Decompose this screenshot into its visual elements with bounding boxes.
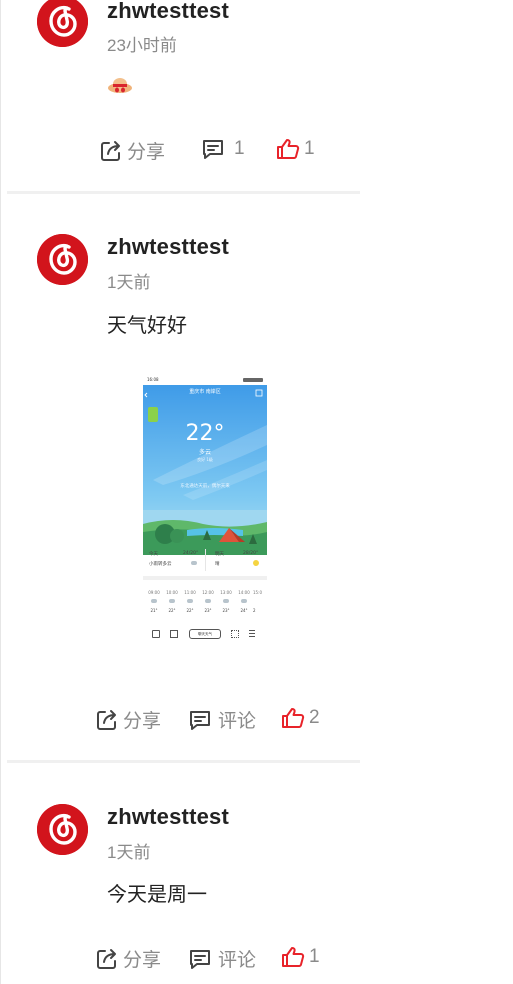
comment-button[interactable]: 评论	[188, 706, 256, 733]
like-count: 1	[304, 138, 315, 159]
avatar[interactable]	[37, 234, 88, 285]
share-label: 分享	[123, 950, 162, 971]
thumbs-up-icon	[277, 139, 300, 159]
cloud-icon	[191, 561, 197, 565]
thumbs-up-icon	[282, 947, 305, 967]
netease-music-logo-icon	[37, 804, 88, 855]
image-statusbar: 16:08	[143, 375, 267, 385]
username[interactable]: zhwtesttest	[107, 804, 229, 830]
comment-count: 1	[234, 138, 245, 159]
comment-icon	[203, 140, 223, 159]
image-bottom-nav: 聊天天气	[143, 627, 267, 641]
username[interactable]: zhwtesttest	[107, 0, 229, 24]
left-border	[0, 0, 1, 984]
weather-sky: 重庆市 南岸区 22° 多云 良好 1级 东北通达天前，偶尔天来	[143, 385, 267, 555]
post-text: 今天是周一	[107, 884, 207, 906]
image-statusbar-time: 16:08	[147, 377, 159, 382]
avatar[interactable]	[37, 0, 88, 47]
image-hourly: 09:00 10:00 11:00 12:00 13:00 14:00 15:0…	[148, 590, 262, 613]
comment-button[interactable]: 1	[201, 137, 245, 161]
share-button[interactable]: 分享	[95, 706, 161, 733]
share-label: 分享	[127, 142, 166, 163]
thumbs-up-icon	[282, 708, 305, 728]
comment-icon	[190, 710, 210, 730]
image-temperature: 22°	[185, 421, 225, 446]
image-aqi-badge	[148, 407, 158, 422]
comment-label: 评论	[218, 711, 257, 732]
like-count: 1	[309, 946, 320, 967]
image-forecast: 今天 24/20° 小雨转多云 明天 28/20° 晴	[143, 547, 267, 573]
comment-label: 评论	[218, 950, 257, 971]
netease-music-logo-icon	[37, 0, 88, 47]
image-air: 良好 1级	[197, 457, 213, 462]
post-divider	[7, 191, 360, 194]
netease-music-logo-icon	[37, 234, 88, 285]
username[interactable]: zhwtesttest	[107, 234, 229, 260]
like-button[interactable]: 2	[281, 706, 320, 730]
image-city: 重庆市 南岸区	[189, 389, 221, 395]
menu-icon	[249, 630, 255, 631]
image-hint: 东北通达天前，偶尔天来	[180, 484, 230, 489]
share-icon	[101, 140, 120, 161]
sun-icon	[253, 560, 259, 566]
post-time: 1天前	[107, 273, 151, 292]
status-icons	[243, 378, 263, 382]
avatar[interactable]	[37, 804, 88, 855]
hat-emoji-icon	[108, 78, 132, 93]
share-button[interactable]: 分享	[95, 945, 161, 972]
grid-icon	[231, 630, 239, 638]
like-button[interactable]: 1	[276, 137, 315, 161]
post-time: 1天前	[107, 843, 151, 862]
comment-button[interactable]: 评论	[188, 945, 256, 972]
share-button[interactable]: 分享	[99, 137, 165, 164]
like-button[interactable]: 1	[281, 945, 320, 969]
comment-icon	[190, 949, 210, 969]
share-label: 分享	[123, 711, 162, 732]
post-image[interactable]: 16:08 重庆市 南岸区 22° 多云 良好 1级 东北通达天前，偶尔天来 今…	[143, 375, 267, 645]
home-icon	[152, 630, 160, 638]
post-text: 天气好好	[107, 315, 187, 337]
post-divider	[7, 760, 360, 763]
post-time: 23小时前	[107, 36, 177, 55]
image-condition: 多云	[198, 449, 211, 456]
share-icon	[97, 948, 116, 969]
page-icon	[170, 630, 178, 638]
like-count: 2	[309, 707, 320, 728]
share-icon	[97, 709, 116, 730]
